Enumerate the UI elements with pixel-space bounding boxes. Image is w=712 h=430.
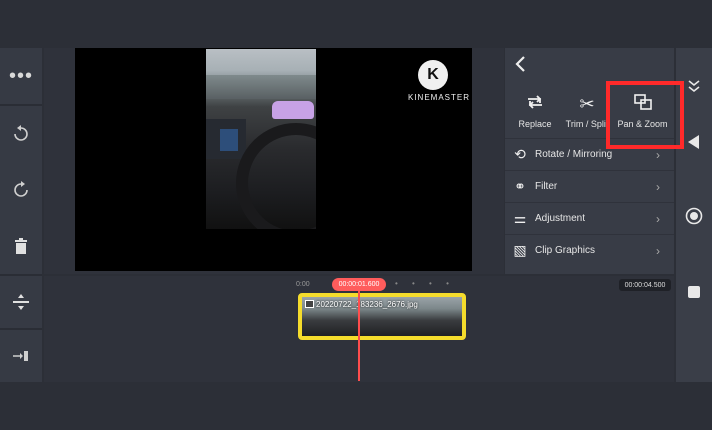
option-filter[interactable]: ⚭ Filter › bbox=[505, 170, 674, 202]
more-menu-icon[interactable]: ••• bbox=[0, 48, 42, 104]
image-clip-icon bbox=[305, 300, 314, 308]
clip-preview-image bbox=[206, 49, 316, 229]
timeline-expand-icon[interactable] bbox=[0, 276, 42, 328]
rotate-icon: ⟲ bbox=[514, 146, 526, 162]
filter-icon: ⚭ bbox=[514, 178, 526, 194]
kinemaster-logo-icon: K bbox=[418, 60, 448, 90]
chevron-right-icon: › bbox=[656, 211, 660, 226]
trim-split-label: Trim / Split bbox=[565, 119, 609, 129]
clip-thumbnail bbox=[410, 297, 462, 336]
nav-home-icon[interactable] bbox=[676, 204, 712, 228]
option-label: Filter bbox=[535, 181, 558, 192]
left-toolbar: ••• bbox=[0, 48, 42, 382]
scissors-icon: ✂ bbox=[579, 94, 595, 114]
redo-icon[interactable] bbox=[0, 162, 42, 218]
replace-button[interactable]: Replace bbox=[507, 84, 563, 138]
timeline-clip[interactable]: 20220722_183236_2676.jpg bbox=[298, 293, 466, 340]
jump-to-end-icon[interactable] bbox=[0, 330, 42, 382]
undo-icon[interactable] bbox=[0, 106, 42, 162]
option-clip-graphics[interactable]: ▧ Clip Graphics › bbox=[505, 234, 674, 266]
replace-icon bbox=[525, 93, 545, 115]
playhead[interactable] bbox=[358, 291, 360, 381]
delete-icon[interactable] bbox=[0, 218, 42, 274]
watermark-text: KINEMASTER bbox=[408, 93, 471, 102]
top-bar bbox=[0, 0, 712, 48]
playhead-time: 00:00:01.600 bbox=[332, 278, 386, 291]
back-button[interactable] bbox=[513, 54, 537, 78]
nav-recents-icon[interactable] bbox=[676, 280, 712, 304]
pan-zoom-highlight-box bbox=[606, 81, 684, 149]
option-adjustment[interactable]: ⚌ Adjustment › bbox=[505, 202, 674, 234]
option-label: Clip Graphics bbox=[535, 245, 596, 256]
trim-split-button[interactable]: ✂ Trim / Split bbox=[563, 84, 611, 138]
video-preview[interactable]: K KINEMASTER bbox=[75, 48, 472, 271]
adjustment-icon: ⚌ bbox=[513, 210, 527, 226]
bottom-bar bbox=[0, 382, 712, 430]
timeline-start-time: 0:00 bbox=[296, 281, 310, 288]
project-end-time: 00:00:04.500 bbox=[619, 279, 671, 291]
option-label: Rotate / Mirroring bbox=[535, 149, 613, 160]
chevron-right-icon: › bbox=[656, 243, 660, 258]
chevron-right-icon: › bbox=[656, 179, 660, 194]
chevron-right-icon: › bbox=[656, 147, 660, 162]
option-label: Adjustment bbox=[535, 213, 586, 224]
clip-graphics-icon: ▧ bbox=[513, 242, 527, 258]
clip-file-name: 20220722_183236_2676.jpg bbox=[316, 300, 418, 309]
replace-label: Replace bbox=[518, 119, 552, 129]
timeline-tick-marks: • • • • bbox=[395, 279, 455, 288]
